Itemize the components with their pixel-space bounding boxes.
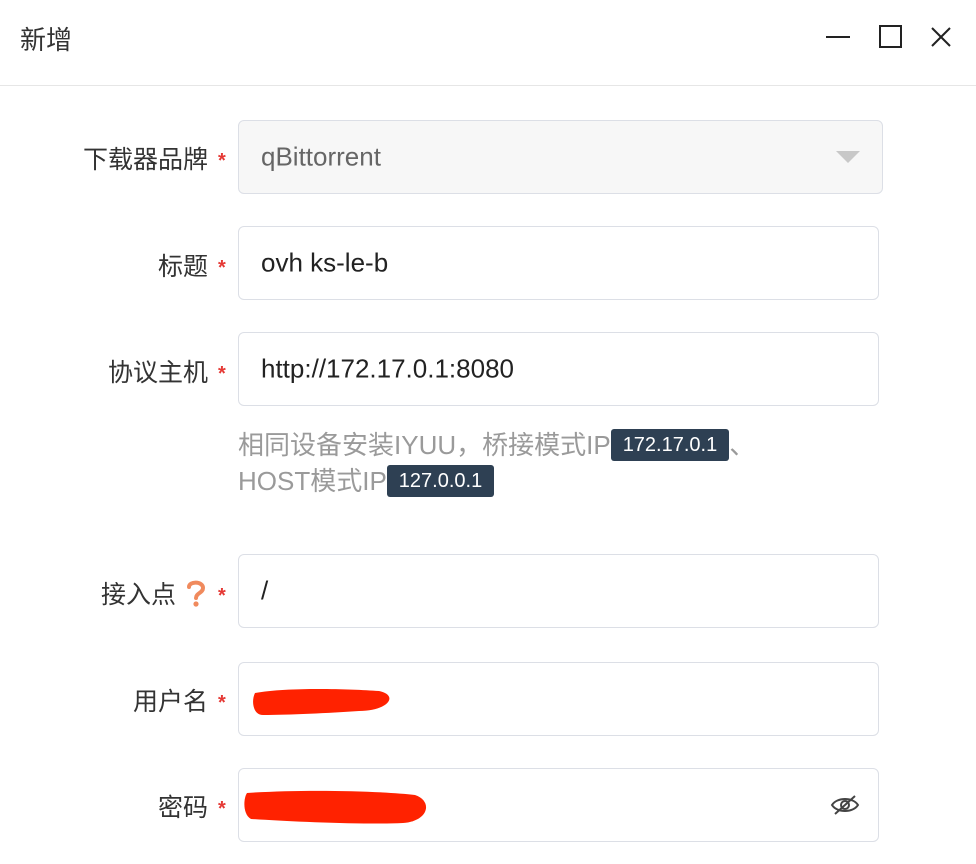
host-label: 协议主机 <box>108 353 208 389</box>
dialog-titlebar: 新增 <box>0 0 976 86</box>
host-input[interactable]: http://172.17.0.1:8080 <box>238 332 879 406</box>
redaction-mark <box>244 790 427 824</box>
host-hint: 相同设备安装IYUU，桥接模式IP 172.17.0.1、 HOST模式IP 127… <box>238 427 878 499</box>
username-label-text: 用户名 <box>132 688 208 716</box>
host-input-value: http://172.17.0.1:8080 <box>261 353 514 384</box>
password-label-text: 密码 <box>157 794 208 822</box>
hint-prefix: 相同设备安装IYUU，桥接模式IP <box>238 430 611 460</box>
brand-label: 下载器品牌 <box>83 140 208 176</box>
title-label: 标题 <box>158 247 208 283</box>
title-label-text: 标题 <box>157 253 208 281</box>
dialog-title: 新增 <box>20 25 73 55</box>
required-asterisk: * <box>218 150 226 172</box>
title-input[interactable]: ovh ks-le-b <box>238 226 879 300</box>
redaction-mark <box>253 689 390 715</box>
caret-down-icon <box>836 151 860 163</box>
close-icon[interactable] <box>926 22 956 52</box>
title-input-value: ovh ks-le-b <box>261 247 389 278</box>
required-asterisk: * <box>218 585 226 607</box>
minimize-icon[interactable] <box>823 22 853 52</box>
username-input[interactable] <box>238 662 879 736</box>
required-asterisk: * <box>218 363 226 385</box>
host-label-text: 协议主机 <box>107 359 208 387</box>
password-label: 密码 <box>158 788 208 824</box>
brand-label-text: 下载器品牌 <box>82 146 208 174</box>
endpoint-label: 接入点 <box>101 575 208 611</box>
endpoint-label-text: 接入点 <box>100 581 176 609</box>
required-asterisk: * <box>218 692 226 714</box>
password-input[interactable] <box>238 768 879 842</box>
host-ip-badge: 127.0.0.1 <box>386 465 495 498</box>
brand-select[interactable]: qBittorrent <box>238 120 883 194</box>
required-asterisk: * <box>218 798 226 820</box>
bridge-ip-badge: 172.17.0.1 <box>610 429 730 462</box>
endpoint-input-value: / <box>261 575 269 606</box>
username-label: 用户名 <box>133 682 208 718</box>
question-icon[interactable] <box>184 578 208 608</box>
required-asterisk: * <box>218 257 226 279</box>
endpoint-input[interactable]: / <box>238 554 879 628</box>
eye-off-icon[interactable] <box>830 793 860 817</box>
maximize-icon[interactable] <box>876 22 906 52</box>
brand-select-value: qBittorrent <box>261 141 381 172</box>
hint-separator: 、 <box>729 430 756 460</box>
hint-host-mode: HOST模式IP <box>238 466 387 497</box>
